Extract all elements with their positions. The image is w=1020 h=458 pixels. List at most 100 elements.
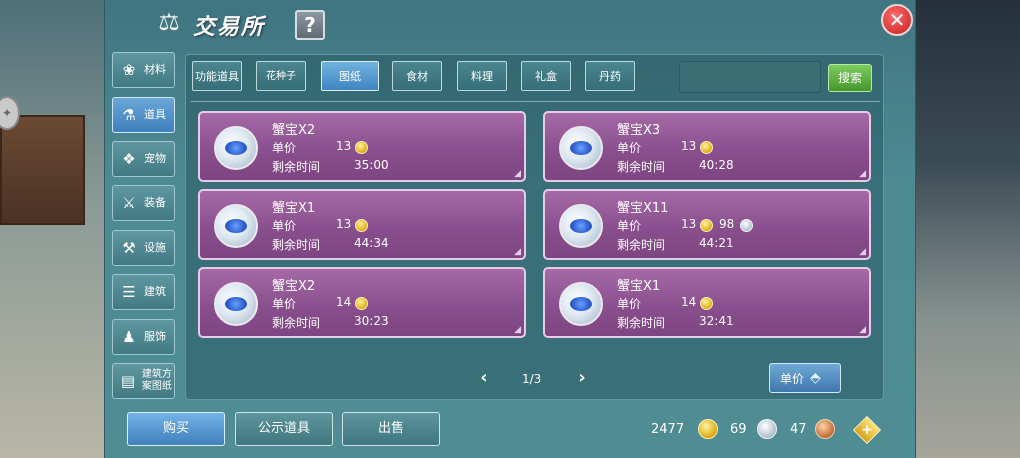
silver-amount: 69 [730,422,747,437]
pet-paw-icon: ❖ [122,150,136,168]
crab-treasure-icon [559,282,603,326]
title-bar: ⚖ 交易所 ? ✕ [105,0,917,48]
item-name: 蟹宝X3 [617,123,661,138]
sort-by-price-button[interactable]: 单价 ⬘ [769,363,841,393]
sell-button[interactable]: 出售 [342,412,440,446]
unit-price-label: 单价 [272,141,297,155]
category-label: 服饰 [144,330,166,343]
listing-card[interactable]: 蟹宝X11 单价 13 98 剩余时间 44:21 ◢ [543,189,871,260]
public-items-button[interactable]: 公示道具 [235,412,333,446]
page-indicator: 1/3 [522,372,542,386]
price-gold: 14 [681,295,697,309]
gold-coin-icon [700,219,713,232]
silver-coin-icon [757,419,777,439]
unit-price-label: 单价 [272,297,297,311]
close-icon: ✕ [888,8,906,32]
blueprint-icon: ▤ [120,372,136,390]
subtab-function-props[interactable]: 功能道具 [192,61,242,91]
search-button[interactable]: 搜索 [828,64,872,92]
listing-card[interactable]: 蟹宝X1 单价 14 剩余时间 32:41 ◢ [543,267,871,338]
subtab-cuisine[interactable]: 料理 [457,61,507,91]
time-left: 32:41 [699,314,734,328]
crab-treasure-icon [214,204,258,248]
category-pets[interactable]: ❖ 宠物 [112,141,175,177]
sword-icon: ⚔ [122,194,136,212]
unit-price-label: 单价 [617,141,642,155]
silver-coin-icon [740,219,753,232]
gold-coin-icon [700,141,713,154]
time-left-label: 剩余时间 [617,316,666,330]
category-facilities[interactable]: ⚒ 设施 [112,230,175,266]
category-label: 设施 [144,241,166,254]
category-label: 材料 [144,63,166,76]
listing-card[interactable]: 蟹宝X1 单价 13 剩余时间 44:34 ◢ [198,189,526,260]
time-left: 44:21 [699,236,734,250]
price-gold: 13 [681,139,697,153]
crab-treasure-icon [214,282,258,326]
chevron-right-icon: › [578,367,586,388]
corner-icon: ◢ [859,169,866,179]
chevron-left-icon: ‹ [480,367,488,388]
exchange-window: ⚖ 交易所 ? ✕ ❀ 材料 ⚗ 道具 ❖ 宠物 ⚔ 装备 ⚒ 设施 ☰ 建筑 [104,0,916,458]
corner-icon: ◢ [514,247,521,257]
listing-card[interactable]: 蟹宝X2 单价 14 剩余时间 30:23 ◢ [198,267,526,338]
category-label: 建筑 [144,285,166,298]
unit-price-label: 单价 [272,219,297,233]
unit-price-label: 单价 [617,219,642,233]
gold-coin-icon [355,297,368,310]
subtab-elixirs[interactable]: 丹药 [585,61,635,91]
building-icon: ☰ [122,283,136,301]
listing-card[interactable]: 蟹宝X3 单价 13 剩余时间 40:28 ◢ [543,111,871,182]
category-buildings[interactable]: ☰ 建筑 [112,274,175,310]
buy-button[interactable]: 购买 [127,412,225,446]
close-button[interactable]: ✕ [881,4,913,36]
facility-icon: ⚒ [122,239,136,257]
gold-coin-icon [355,219,368,232]
price-gold: 13 [681,217,697,231]
category-equipment[interactable]: ⚔ 装备 [112,185,175,221]
corner-icon: ◢ [514,169,521,179]
window-title: 交易所 [193,15,266,40]
time-left: 30:23 [354,314,389,328]
crab-treasure-icon [559,204,603,248]
plus-icon: + [861,422,873,438]
category-label: 装备 [144,196,166,209]
listing-card[interactable]: 蟹宝X2 单价 13 剩余时间 35:00 ◢ [198,111,526,182]
category-props[interactable]: ⚗ 道具 [112,97,175,133]
category-clothing[interactable]: ♟ 服饰 [112,319,175,355]
search-input[interactable] [679,61,821,93]
props-icon: ⚗ [122,106,136,124]
subtab-ingredients[interactable]: 食材 [392,61,442,91]
sort-diamond-icon: ⬘ [810,370,821,386]
corner-icon: ◢ [514,325,521,335]
prev-page-button[interactable]: ‹ [476,367,492,389]
unit-price-label: 单价 [617,297,642,311]
category-blueprints[interactable]: ▤ 建筑方案图纸 [112,363,175,399]
item-name: 蟹宝X2 [272,279,316,294]
category-materials[interactable]: ❀ 材料 [112,52,175,88]
copper-amount: 47 [790,422,807,437]
time-left: 44:34 [354,236,389,250]
subtab-gift-box[interactable]: 礼盒 [521,61,571,91]
gold-coin-icon [698,419,718,439]
crab-treasure-icon [559,126,603,170]
subtab-flower-seeds[interactable]: 花种子 [256,61,306,91]
gold-amount: 2477 [651,422,685,437]
background-crate [0,115,85,225]
time-left-label: 剩余时间 [617,238,666,252]
item-name: 蟹宝X11 [617,201,669,216]
gold-coin-icon [355,141,368,154]
help-button[interactable]: ? [295,10,325,40]
crab-treasure-icon [214,126,258,170]
category-label: 道具 [144,108,166,121]
time-left-label: 剩余时间 [617,160,666,174]
price-gold: 13 [336,217,352,231]
subtab-blueprints[interactable]: 图纸 [321,61,379,91]
next-page-button[interactable]: › [574,367,590,389]
time-left: 35:00 [354,158,389,172]
time-left: 40:28 [699,158,734,172]
background-left-scenery: ✦ [0,0,105,458]
time-left-label: 剩余时间 [272,160,321,174]
add-currency-button[interactable]: + [852,415,882,445]
scales-icon: ⚖ [158,8,180,36]
